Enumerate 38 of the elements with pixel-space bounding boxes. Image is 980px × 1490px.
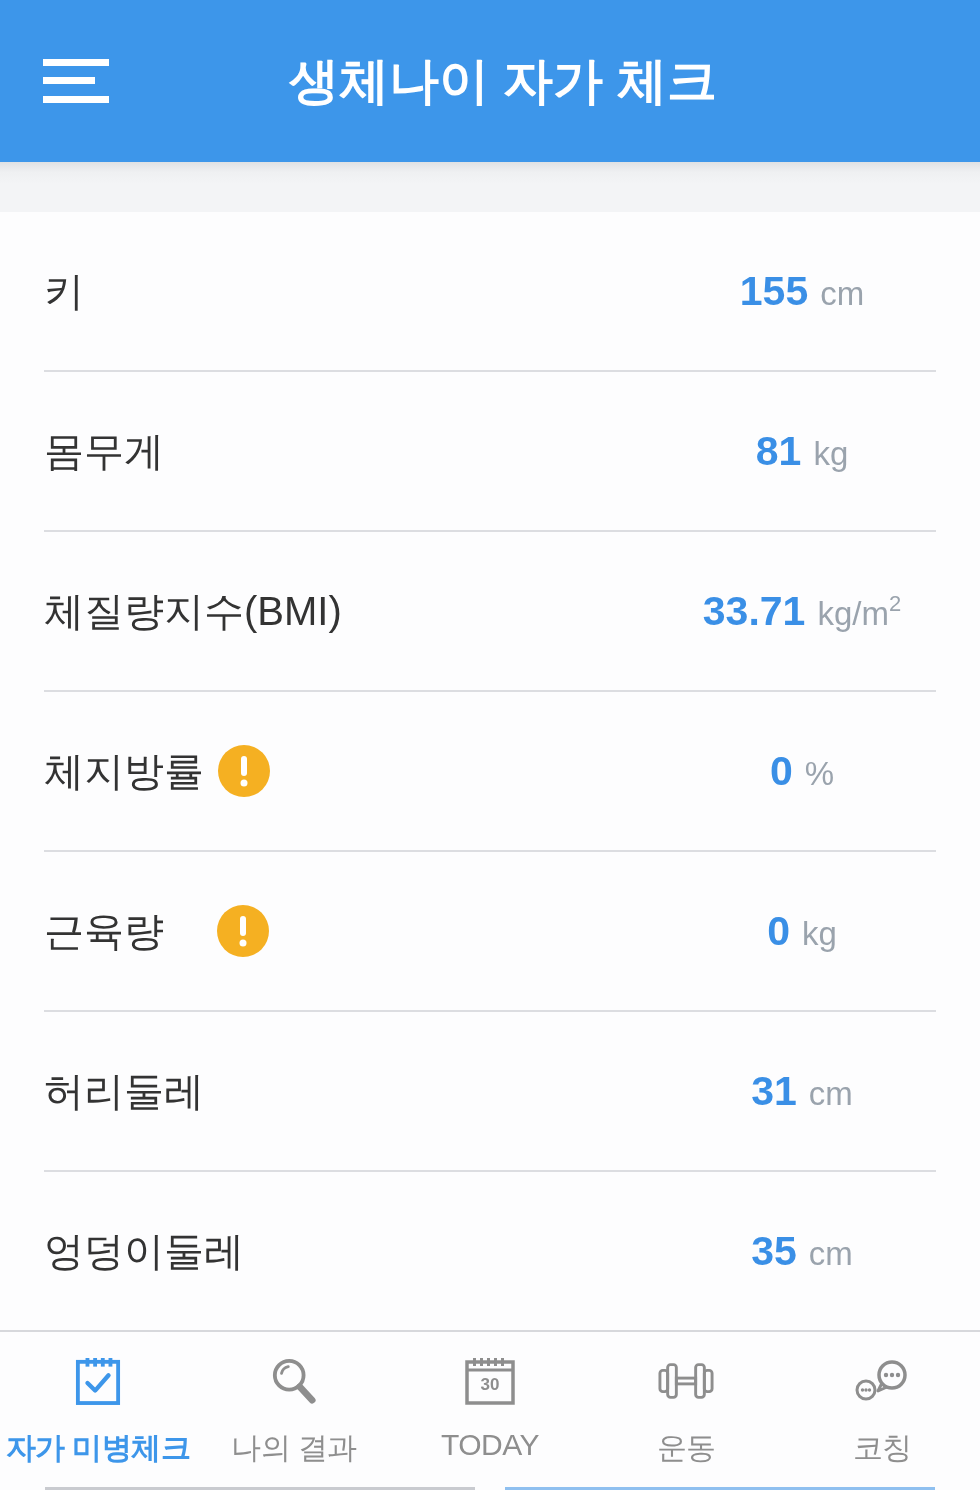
dumbbell-icon [658, 1361, 714, 1401]
calendar-date: 30 [480, 1375, 500, 1393]
measurement-value: 33.71 [702, 587, 806, 635]
measurement-value: 31 [751, 1067, 797, 1115]
measurement-unit: kg [813, 434, 849, 473]
warning-icon[interactable] [217, 905, 269, 957]
measurement-value: 81 [755, 427, 802, 475]
measurement-label: 몸무게 [44, 427, 165, 475]
screen-title: 생체나이 자가 체크 [289, 51, 717, 111]
measurement-unit: cm [808, 1234, 853, 1273]
measurement-unit: % [804, 754, 835, 793]
measurement-unit: kg [801, 914, 837, 953]
measurement-label: 근육량 [44, 907, 165, 955]
measurement-value: 35 [751, 1227, 797, 1275]
calendar-icon [465, 1357, 515, 1405]
measurement-row[interactable]: 체지방률 0 % [44, 692, 936, 852]
measurement-value: 0 [767, 907, 790, 955]
measurement-unit: cm [820, 274, 865, 313]
measurement-row[interactable]: 키 155 cm [44, 212, 936, 372]
menu-icon[interactable] [43, 59, 109, 103]
measurement-row[interactable]: 근육량 0 kg [44, 852, 936, 1012]
search-icon [271, 1357, 317, 1405]
measurement-unit: kg/m$^{2}$ [817, 594, 902, 633]
measurement-value: 155 [739, 267, 809, 315]
measurement-row[interactable]: 체질량지수(BMI) 33.71 kg/m$^{2}$ [44, 532, 936, 692]
measurement-label: 키 [44, 267, 85, 315]
warning-icon[interactable] [218, 745, 270, 797]
calendar-check-icon [75, 1356, 121, 1406]
measurement-row[interactable]: 엉덩이둘레 35 cm [44, 1172, 936, 1330]
measurement-label: 체지방률 [44, 747, 204, 795]
measurement-row[interactable]: 허리둘레 31 cm [44, 1012, 936, 1172]
measurement-label: 체질량지수(BMI) [44, 587, 342, 635]
measurement-value: 0 [769, 747, 793, 795]
chat-bubbles-icon [854, 1359, 910, 1403]
measurement-label: 엉덩이둘레 [44, 1227, 244, 1275]
measurement-row[interactable]: 몸무게 81 kg [44, 372, 936, 532]
measurement-unit: cm [808, 1074, 853, 1113]
measurement-label: 허리둘레 [44, 1067, 204, 1115]
